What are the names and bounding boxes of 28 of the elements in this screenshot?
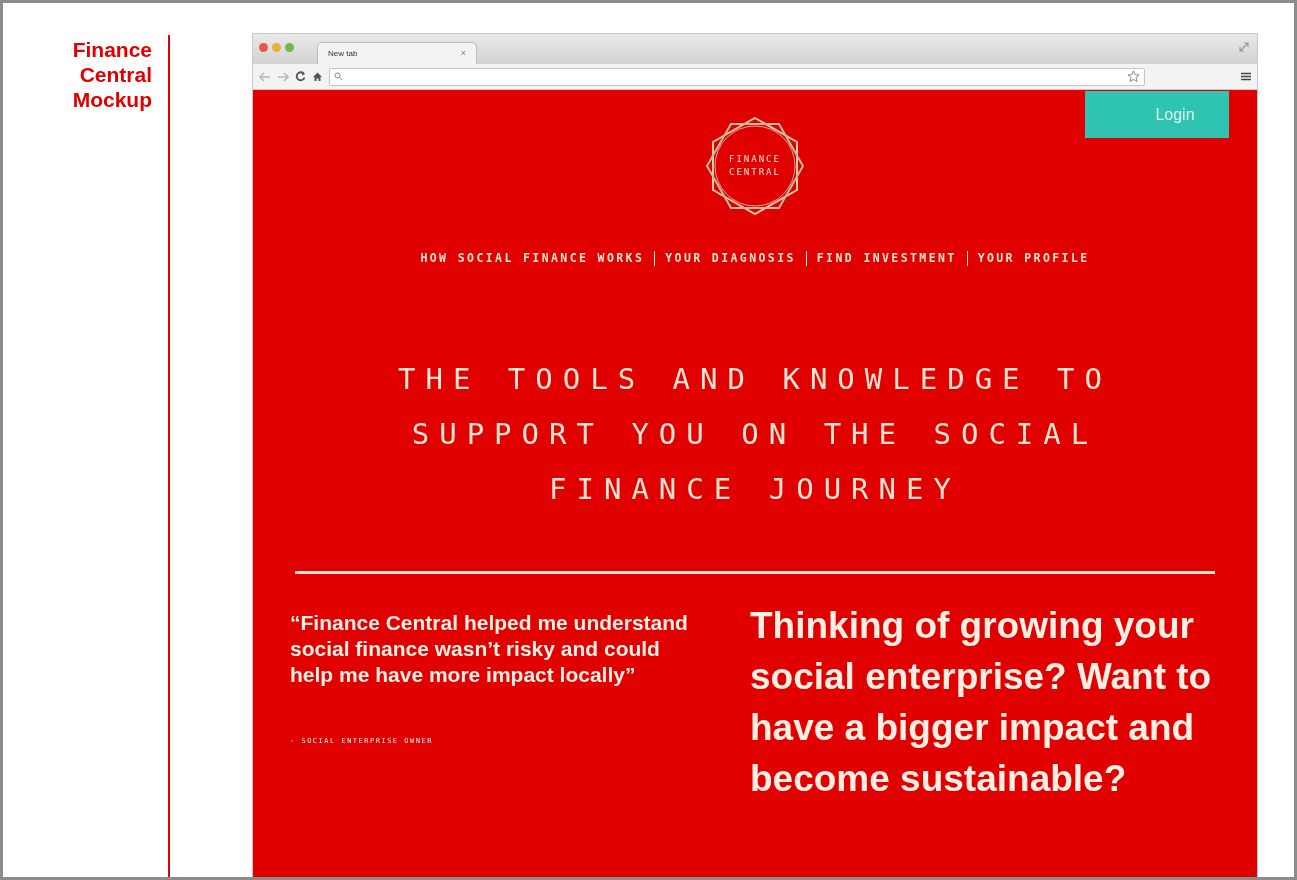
- headline: THE TOOLS AND KNOWLEDGE TO: [398, 361, 1112, 399]
- home-icon[interactable]: [312, 71, 323, 82]
- menu-icon[interactable]: [1241, 72, 1251, 81]
- nav-link[interactable]: YOUR DIAGNOSIS: [665, 250, 796, 268]
- reload-icon[interactable]: [295, 71, 306, 82]
- maximize-window-icon[interactable]: [285, 43, 294, 52]
- star-icon[interactable]: [1127, 70, 1140, 83]
- close-window-icon[interactable]: [259, 43, 268, 52]
- search-icon: [334, 72, 343, 81]
- pitch-heading: Thinking of growing your social enterprise? Want to have a bigger impact and become sustainable?: [750, 604, 1213, 802]
- nav-link[interactable]: HOW SOCIAL FINANCE WORKS: [420, 250, 645, 268]
- headline: SUPPORT YOU ON THE SOCIAL: [411, 416, 1099, 454]
- slide-title: Finance: [72, 37, 152, 62]
- nav-link[interactable]: YOUR PROFILE: [977, 250, 1090, 268]
- slide-title: Mockup: [72, 87, 152, 112]
- headline: FINANCE JOURNEY: [549, 471, 961, 509]
- close-tab-button[interactable]: ×: [460, 46, 466, 61]
- slide-title: Central: [79, 62, 152, 87]
- nav-link[interactable]: FIND INVESTMENT: [816, 250, 957, 268]
- browser-tab[interactable]: New tab ×: [317, 42, 477, 64]
- logo-text: CENTRAL: [729, 166, 781, 179]
- testimonial-quote: “Finance Central helped me understand social finance wasn’t risky and could help me have more impact locally”: [290, 610, 689, 689]
- back-icon[interactable]: [259, 71, 271, 82]
- address-bar[interactable]: [329, 67, 1145, 86]
- logo-text: FINANCE: [729, 153, 781, 166]
- minimize-window-icon[interactable]: [272, 43, 281, 52]
- fullscreen-icon[interactable]: [1239, 42, 1249, 52]
- forward-icon[interactable]: [277, 71, 289, 82]
